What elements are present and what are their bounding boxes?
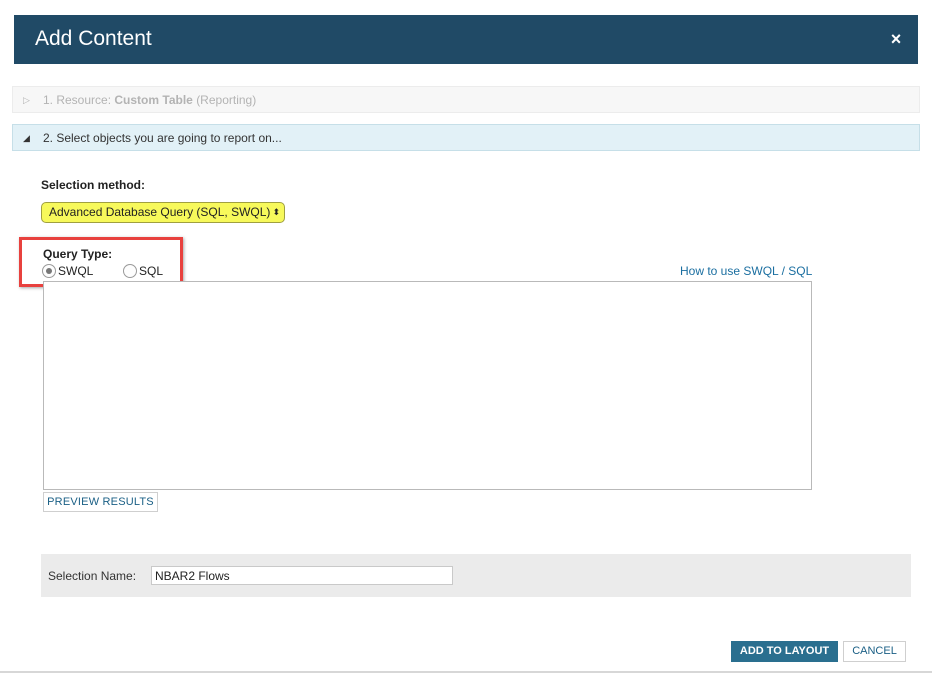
- add-to-layout-button[interactable]: ADD TO LAYOUT: [731, 641, 838, 662]
- query-textarea[interactable]: [43, 281, 812, 490]
- selection-name-panel: Selection Name:: [41, 554, 911, 597]
- close-icon[interactable]: ×: [886, 29, 906, 49]
- how-to-use-link[interactable]: How to use SWQL / SQL: [680, 264, 812, 278]
- step-resource-number: 1. Resource:: [43, 93, 112, 107]
- cancel-button[interactable]: CANCEL: [843, 641, 906, 662]
- dialog-title-bar: Add Content ×: [14, 15, 918, 64]
- query-type-radio-swql[interactable]: SWQL: [42, 264, 102, 278]
- step-resource-name: Custom Table: [114, 93, 193, 107]
- radio-selected-icon: [42, 264, 56, 278]
- step-select-objects-label: 2. Select objects you are going to repor…: [43, 131, 282, 145]
- step-resource-detail: (Reporting): [196, 93, 257, 107]
- radio-swql-label: SWQL: [58, 264, 94, 278]
- query-type-radio-sql[interactable]: SQL: [123, 264, 168, 278]
- selection-method-label: Selection method:: [41, 178, 146, 192]
- query-type-label: Query Type:: [43, 247, 113, 261]
- expanded-arrow-icon: ◢: [23, 133, 30, 143]
- dropdown-updown-icon: ⬍: [272, 207, 280, 217]
- query-type-highlight-box: [19, 237, 183, 287]
- collapsed-arrow-icon: ▷: [23, 95, 30, 105]
- step-resource-label: 1. Resource: Custom Table (Reporting): [43, 93, 256, 107]
- radio-sql-label: SQL: [139, 264, 164, 278]
- step-resource-header[interactable]: ▷ 1. Resource: Custom Table (Reporting): [12, 86, 920, 113]
- radio-unselected-icon: [123, 264, 137, 278]
- preview-results-button[interactable]: PREVIEW RESULTS: [43, 492, 158, 512]
- step-select-objects-header[interactable]: ◢ 2. Select objects you are going to rep…: [12, 124, 920, 151]
- dialog-title: Add Content: [35, 27, 152, 50]
- selection-method-value: Advanced Database Query (SQL, SWQL): [49, 205, 271, 219]
- selection-method-dropdown[interactable]: Advanced Database Query (SQL, SWQL) ⬍: [41, 202, 285, 223]
- add-content-dialog: Add Content × ▷ 1. Resource: Custom Tabl…: [0, 0, 932, 673]
- selection-name-input[interactable]: [151, 566, 453, 585]
- selection-name-label: Selection Name:: [48, 569, 137, 583]
